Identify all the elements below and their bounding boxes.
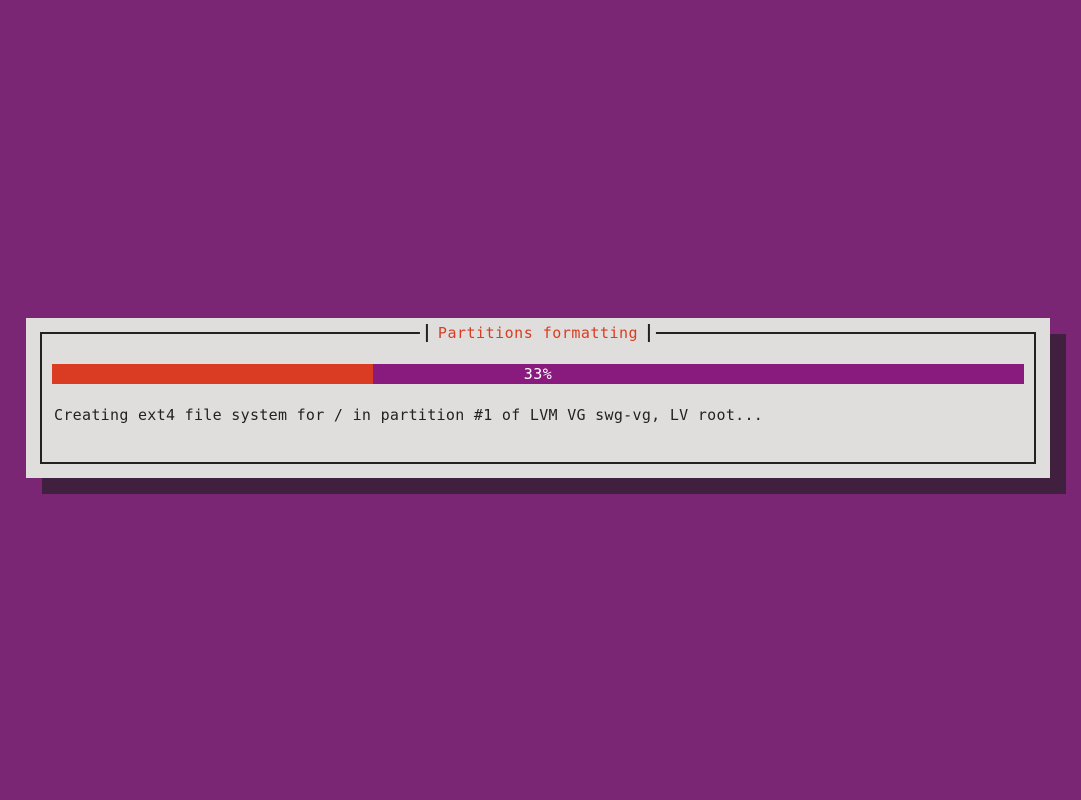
progress-dialog: Partitions formatting 33% Creating ext4 … [26,318,1050,478]
progress-percent-label: 33% [52,364,1024,384]
dialog-frame: Partitions formatting 33% Creating ext4 … [40,332,1036,464]
dialog-title: Partitions formatting [434,324,642,342]
frame-bracket-right [648,324,650,342]
status-message: Creating ext4 file system for / in parti… [52,406,1024,424]
progress-bar: 33% [52,364,1024,384]
dialog-title-wrap: Partitions formatting [420,324,656,342]
frame-bracket-left [426,324,428,342]
